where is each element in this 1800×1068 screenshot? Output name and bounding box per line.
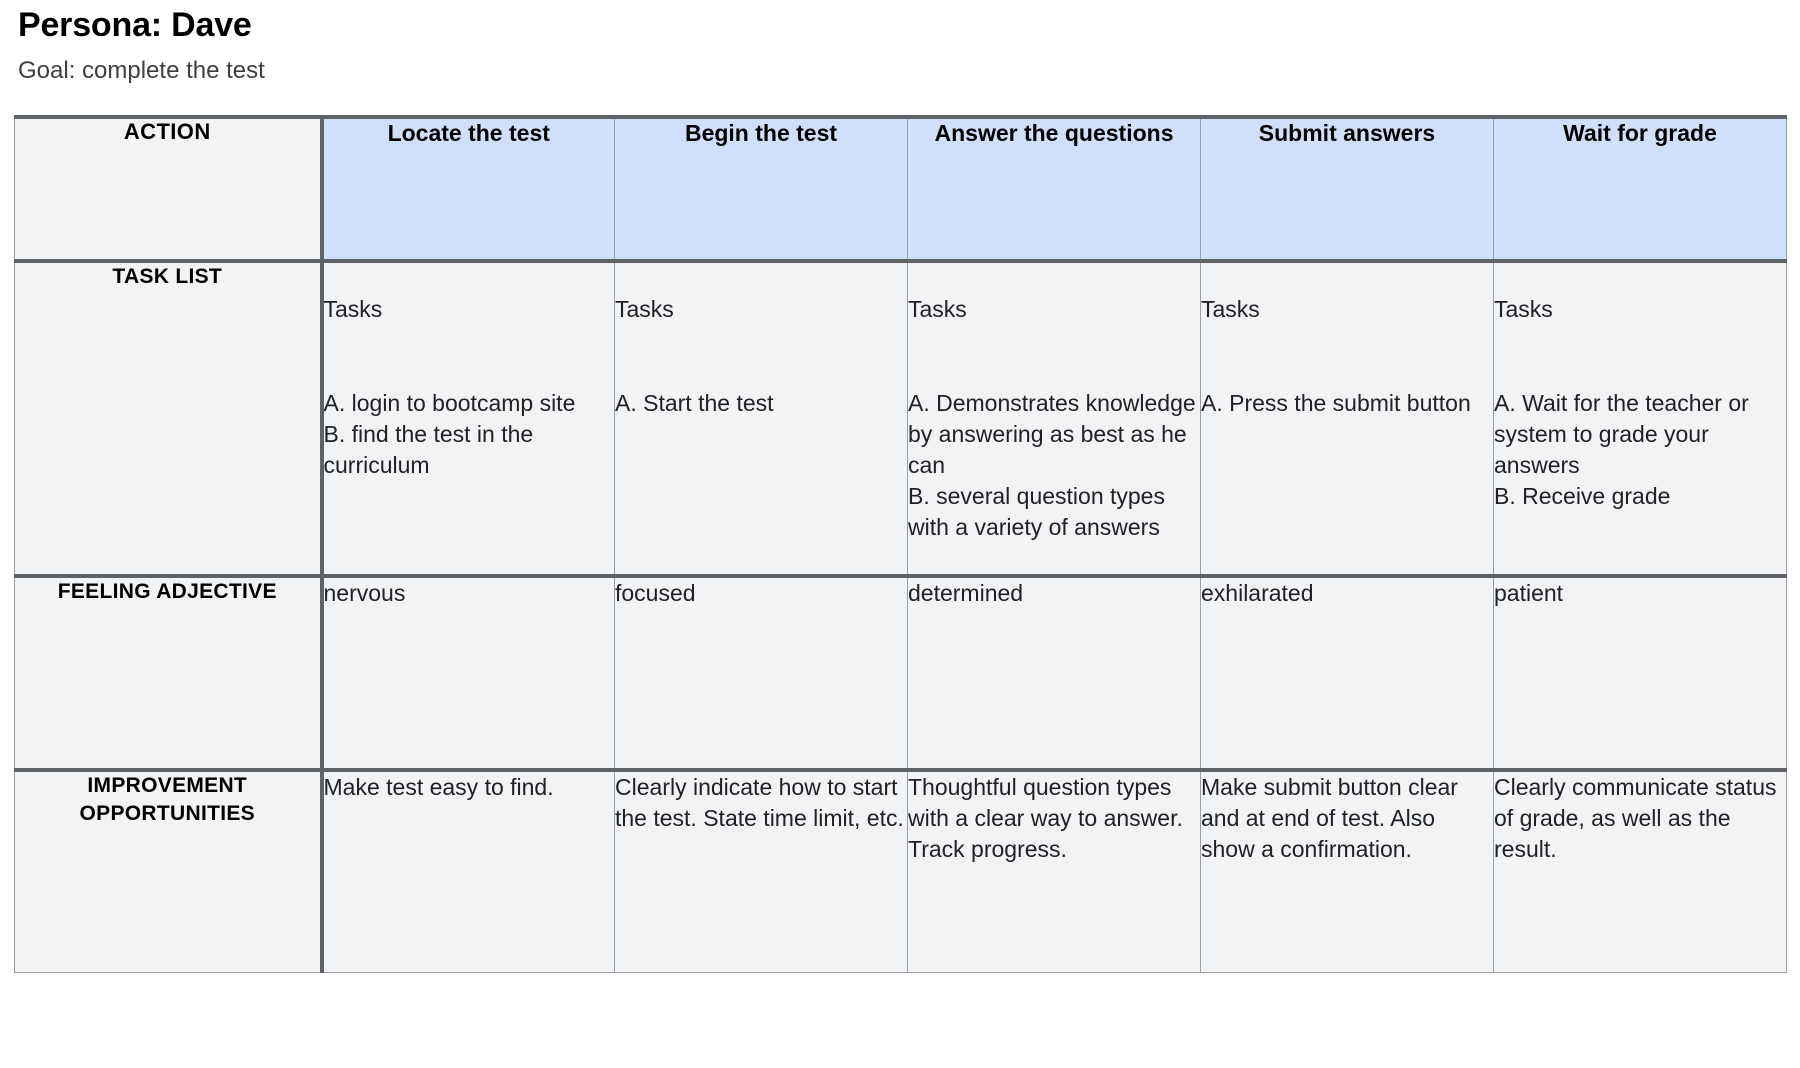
column-header-step-5: Wait for grade bbox=[1493, 114, 1787, 263]
column-header-step-4: Submit answers bbox=[1200, 114, 1494, 263]
tasks-heading: Tasks bbox=[323, 295, 383, 322]
feeling-cell-1: nervous bbox=[319, 575, 615, 773]
tasks-body: A. Press the submit button bbox=[1201, 390, 1471, 417]
task-list-cell-5: Tasks A. Wait for the teacher or system … bbox=[1493, 260, 1787, 579]
table-header-row: ACTION Locate the test Begin the test An… bbox=[14, 114, 1787, 263]
column-header-step-3: Answer the questions bbox=[907, 114, 1201, 263]
persona-goal: Goal: complete the test bbox=[18, 57, 265, 85]
row-label-improvement-opportunities: IMPROVEMENT OPPORTUNITIES bbox=[14, 769, 322, 974]
column-header-step-1: Locate the test bbox=[319, 114, 615, 263]
tasks-heading: Tasks bbox=[615, 295, 674, 322]
feeling-cell-2: focused bbox=[614, 575, 908, 773]
improvement-cell-1: Make test easy to find. bbox=[319, 769, 615, 974]
task-list-cell-4: Tasks A. Press the submit button bbox=[1200, 260, 1494, 579]
tasks-body: A. Start the test bbox=[615, 390, 774, 417]
table-row-feeling-adjective: FEELING ADJECTIVE nervous focused determ… bbox=[14, 575, 1787, 773]
feeling-cell-5: patient bbox=[1493, 575, 1787, 773]
improvement-cell-4: Make submit button clear and at end of t… bbox=[1200, 769, 1494, 974]
task-list-cell-3: Tasks A. Demonstrates knowledge by answe… bbox=[907, 260, 1201, 579]
improvement-cell-3: Thoughtful question types with a clear w… bbox=[907, 769, 1201, 974]
table-row-improvement-opportunities: IMPROVEMENT OPPORTUNITIES Make test easy… bbox=[14, 769, 1787, 974]
column-header-step-2: Begin the test bbox=[614, 114, 908, 263]
improvement-cell-2: Clearly indicate how to start the test. … bbox=[614, 769, 908, 974]
row-label-task-list: TASK LIST bbox=[14, 260, 322, 579]
improvement-cell-5: Clearly communicate status of grade, as … bbox=[1493, 769, 1787, 974]
row-label-action: ACTION bbox=[14, 114, 322, 263]
tasks-body: A. Wait for the teacher or system to gra… bbox=[1494, 390, 1749, 510]
page-title: Persona: Dave bbox=[18, 6, 252, 44]
row-label-feeling-adjective: FEELING ADJECTIVE bbox=[14, 575, 322, 773]
task-list-cell-1: Tasks A. login to bootcamp site B. find … bbox=[319, 260, 615, 579]
tasks-body: A. login to bootcamp site B. find the te… bbox=[323, 390, 576, 479]
journey-map-page: Persona: Dave Goal: complete the test AC… bbox=[0, 6, 1800, 1068]
feeling-cell-3: determined bbox=[907, 575, 1201, 773]
tasks-heading: Tasks bbox=[1201, 295, 1260, 322]
feeling-cell-4: exhilarated bbox=[1200, 575, 1494, 773]
tasks-body: A. Demonstrates knowledge by answering a… bbox=[908, 390, 1196, 541]
table-row-task-list: TASK LIST Tasks A. login to bootcamp sit… bbox=[14, 260, 1787, 579]
tasks-heading: Tasks bbox=[1494, 295, 1553, 322]
tasks-heading: Tasks bbox=[908, 295, 967, 322]
task-list-cell-2: Tasks A. Start the test bbox=[614, 260, 908, 579]
journey-map-table: ACTION Locate the test Begin the test An… bbox=[14, 114, 1787, 974]
